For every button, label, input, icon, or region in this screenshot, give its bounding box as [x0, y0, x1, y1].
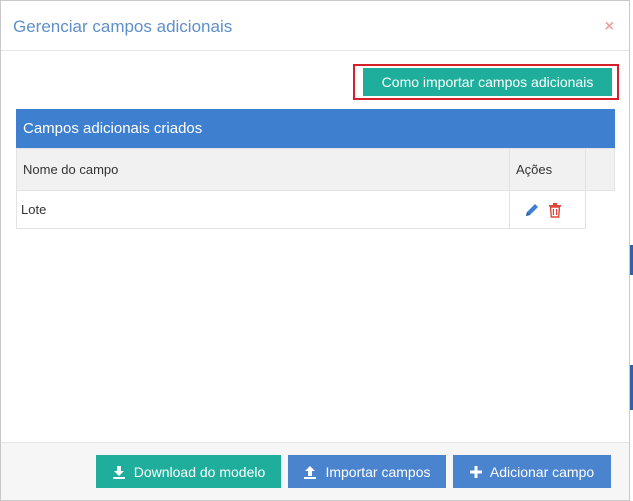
upload-icon — [303, 465, 317, 479]
how-to-import-button[interactable]: Como importar campos adicionais — [363, 68, 612, 96]
close-icon[interactable]: × — [605, 19, 614, 35]
download-icon — [112, 465, 126, 479]
scrollbar-gutter — [585, 190, 615, 229]
scrollbar-gutter — [585, 148, 615, 191]
panel-title: Campos adicionais criados — [16, 109, 615, 148]
import-fields-label: Importar campos — [325, 463, 431, 480]
plus-icon — [469, 465, 482, 478]
download-template-label: Download do modelo — [133, 463, 266, 480]
field-name-cell: Lote — [15, 190, 511, 229]
add-field-button[interactable]: Adicionar campo — [453, 455, 611, 488]
pencil-icon[interactable] — [524, 202, 540, 218]
table-header-row: Nome do campo Ações — [15, 148, 615, 191]
download-template-button[interactable]: Download do modelo — [96, 455, 281, 488]
manage-fields-modal: Gerenciar campos adicionais × Como impor… — [0, 0, 630, 501]
add-field-label: Adicionar campo — [489, 463, 595, 480]
column-header-actions: Ações — [509, 148, 587, 191]
modal-header: Gerenciar campos adicionais × — [1, 1, 629, 51]
fields-table: Nome do campo Ações Lote — [15, 148, 615, 229]
import-fields-button[interactable]: Importar campos — [288, 455, 446, 488]
column-header-name: Nome do campo — [15, 148, 511, 191]
actions-cell — [509, 190, 587, 229]
modal-title: Gerenciar campos adicionais — [13, 17, 233, 36]
trash-icon[interactable] — [548, 202, 562, 218]
table-row: Lote — [15, 190, 615, 229]
